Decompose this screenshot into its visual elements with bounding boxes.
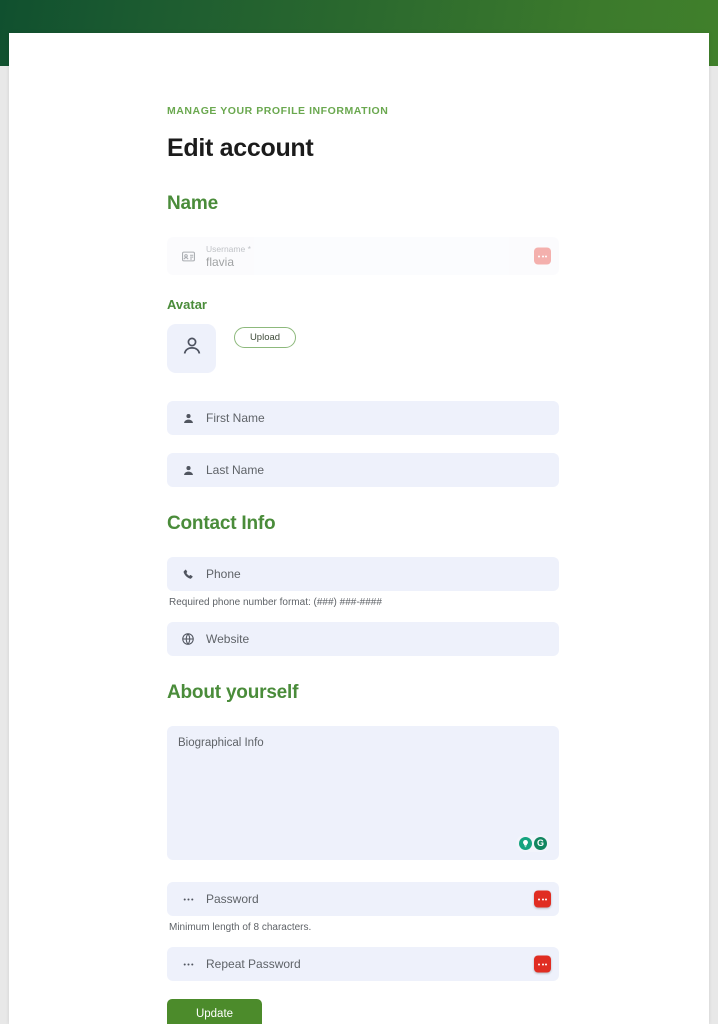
password-manager-icon[interactable] xyxy=(534,955,551,973)
dots-icon xyxy=(180,891,196,907)
upload-avatar-button[interactable]: Upload xyxy=(234,327,296,348)
grammarly-g-icon[interactable]: G xyxy=(534,837,547,850)
person-icon xyxy=(180,334,204,363)
repeat-password-field[interactable]: Repeat Password xyxy=(167,947,559,981)
password-helper-text: Minimum length of 8 characters. xyxy=(169,922,312,933)
person-icon xyxy=(180,462,196,478)
writing-assistant-pill[interactable]: G xyxy=(516,835,550,852)
website-field[interactable]: Website xyxy=(167,622,559,656)
profile-card: MANAGE YOUR PROFILE INFORMATION Edit acc… xyxy=(9,33,709,1024)
username-value: flavia xyxy=(206,254,235,269)
first-name-placeholder: First Name xyxy=(206,411,265,425)
phone-placeholder: Phone xyxy=(206,567,241,581)
edit-account-form: MANAGE YOUR PROFILE INFORMATION Edit acc… xyxy=(167,105,559,1024)
avatar-label: Avatar xyxy=(167,297,207,312)
globe-icon xyxy=(180,631,196,647)
avatar[interactable] xyxy=(167,324,216,373)
biographical-info-placeholder: Biographical Info xyxy=(178,737,264,749)
update-button[interactable]: Update xyxy=(167,999,262,1024)
phone-field[interactable]: Phone xyxy=(167,557,559,591)
dots-icon xyxy=(180,956,196,972)
avatar-row: Upload xyxy=(167,324,559,373)
lightbulb-icon[interactable] xyxy=(519,837,532,850)
section-heading-contact: Contact Info xyxy=(167,513,276,534)
password-manager-dots xyxy=(538,255,547,257)
website-placeholder: Website xyxy=(206,632,250,646)
username-label: Username * xyxy=(206,243,251,254)
phone-icon xyxy=(180,566,196,582)
id-card-icon xyxy=(180,248,196,264)
last-name-placeholder: Last Name xyxy=(206,463,265,477)
repeat-password-placeholder: Repeat Password xyxy=(206,957,301,971)
biographical-info-field[interactable]: Biographical Info G xyxy=(167,726,559,860)
phone-helper-text: Required phone number format: (###) ###-… xyxy=(169,597,382,608)
section-heading-about: About yourself xyxy=(167,682,299,703)
password-manager-icon[interactable] xyxy=(534,247,551,265)
password-placeholder: Password xyxy=(206,892,259,906)
username-field[interactable]: Username * flavia xyxy=(167,237,559,275)
last-name-field[interactable]: Last Name xyxy=(167,453,559,487)
person-icon xyxy=(180,410,196,426)
username-value-stack: Username * flavia xyxy=(206,244,251,269)
section-heading-name: Name xyxy=(167,193,218,214)
password-field[interactable]: Password xyxy=(167,882,559,916)
password-manager-dots xyxy=(538,898,547,900)
password-manager-icon[interactable] xyxy=(534,890,551,908)
password-manager-dots xyxy=(538,963,547,965)
page-eyebrow: MANAGE YOUR PROFILE INFORMATION xyxy=(167,105,389,117)
first-name-field[interactable]: First Name xyxy=(167,401,559,435)
page-title: Edit account xyxy=(167,134,314,162)
